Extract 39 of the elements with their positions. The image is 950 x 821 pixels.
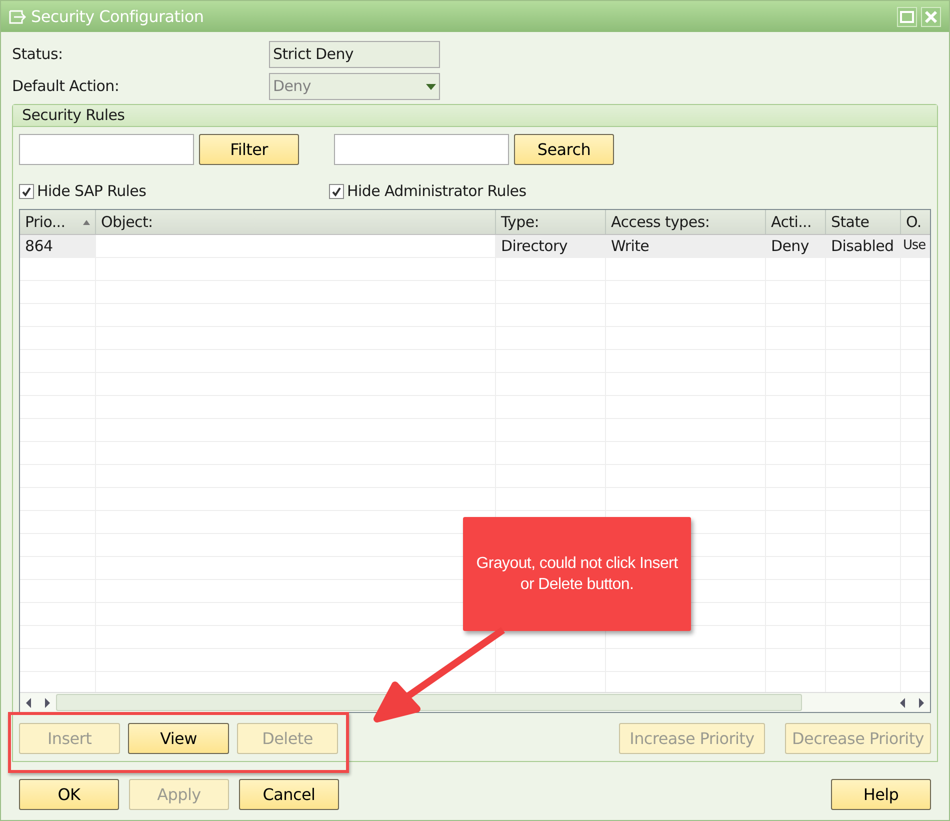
status-label: Status: [12, 44, 64, 65]
filter-button[interactable]: Filter [199, 134, 299, 165]
column-header[interactable]: Type: [496, 210, 606, 234]
search-button[interactable]: Search [514, 134, 614, 165]
checkbox[interactable] [329, 184, 344, 198]
window-icon [9, 10, 27, 24]
scroll-left-icon[interactable] [899, 698, 907, 708]
ok-button[interactable]: OK [19, 779, 119, 810]
view-button[interactable]: View [128, 723, 229, 754]
column-header[interactable]: O. [901, 210, 930, 234]
column-header[interactable]: Object: [96, 210, 496, 234]
callout-text: Grayout, could not click Insert or Delete button. [475, 554, 679, 595]
table-cell-text: Write [611, 236, 650, 257]
default-action-label: Default Action: [12, 76, 120, 98]
table-cell-text: Directory [501, 236, 568, 257]
table-cell-text: Disabled [831, 236, 894, 257]
column-header[interactable]: Access types: [606, 210, 766, 234]
table-cell-text: 864 [25, 236, 53, 257]
column-header[interactable]: Prio... [20, 210, 96, 234]
status-field: Strict Deny [269, 40, 440, 68]
scrollbar-thumb[interactable] [56, 694, 802, 711]
panel-title: Security Rules [22, 105, 125, 126]
dropdown-caret-icon [426, 84, 436, 90]
scroll-left-icon[interactable] [25, 698, 33, 708]
window-title: Security Configuration [31, 6, 204, 28]
table-row[interactable]: 864 Directory Write Deny Disabled Use [20, 235, 930, 258]
table-cell-text: Deny [771, 236, 809, 257]
filter-field[interactable] [19, 134, 194, 165]
scroll-right-icon[interactable] [917, 698, 925, 708]
column-header[interactable]: Acti... [766, 210, 826, 234]
search-field[interactable] [334, 134, 509, 165]
help-button[interactable]: Help [831, 779, 931, 810]
checkbox-label: Hide Administrator Rules [347, 180, 526, 202]
checkbox[interactable] [19, 184, 34, 198]
cancel-button[interactable]: Cancel [239, 779, 339, 810]
scroll-right-icon[interactable] [43, 698, 51, 708]
table-cell-text: Use [903, 237, 926, 256]
column-header[interactable]: State [826, 210, 901, 234]
checkbox-label: Hide SAP Rules [37, 180, 146, 202]
